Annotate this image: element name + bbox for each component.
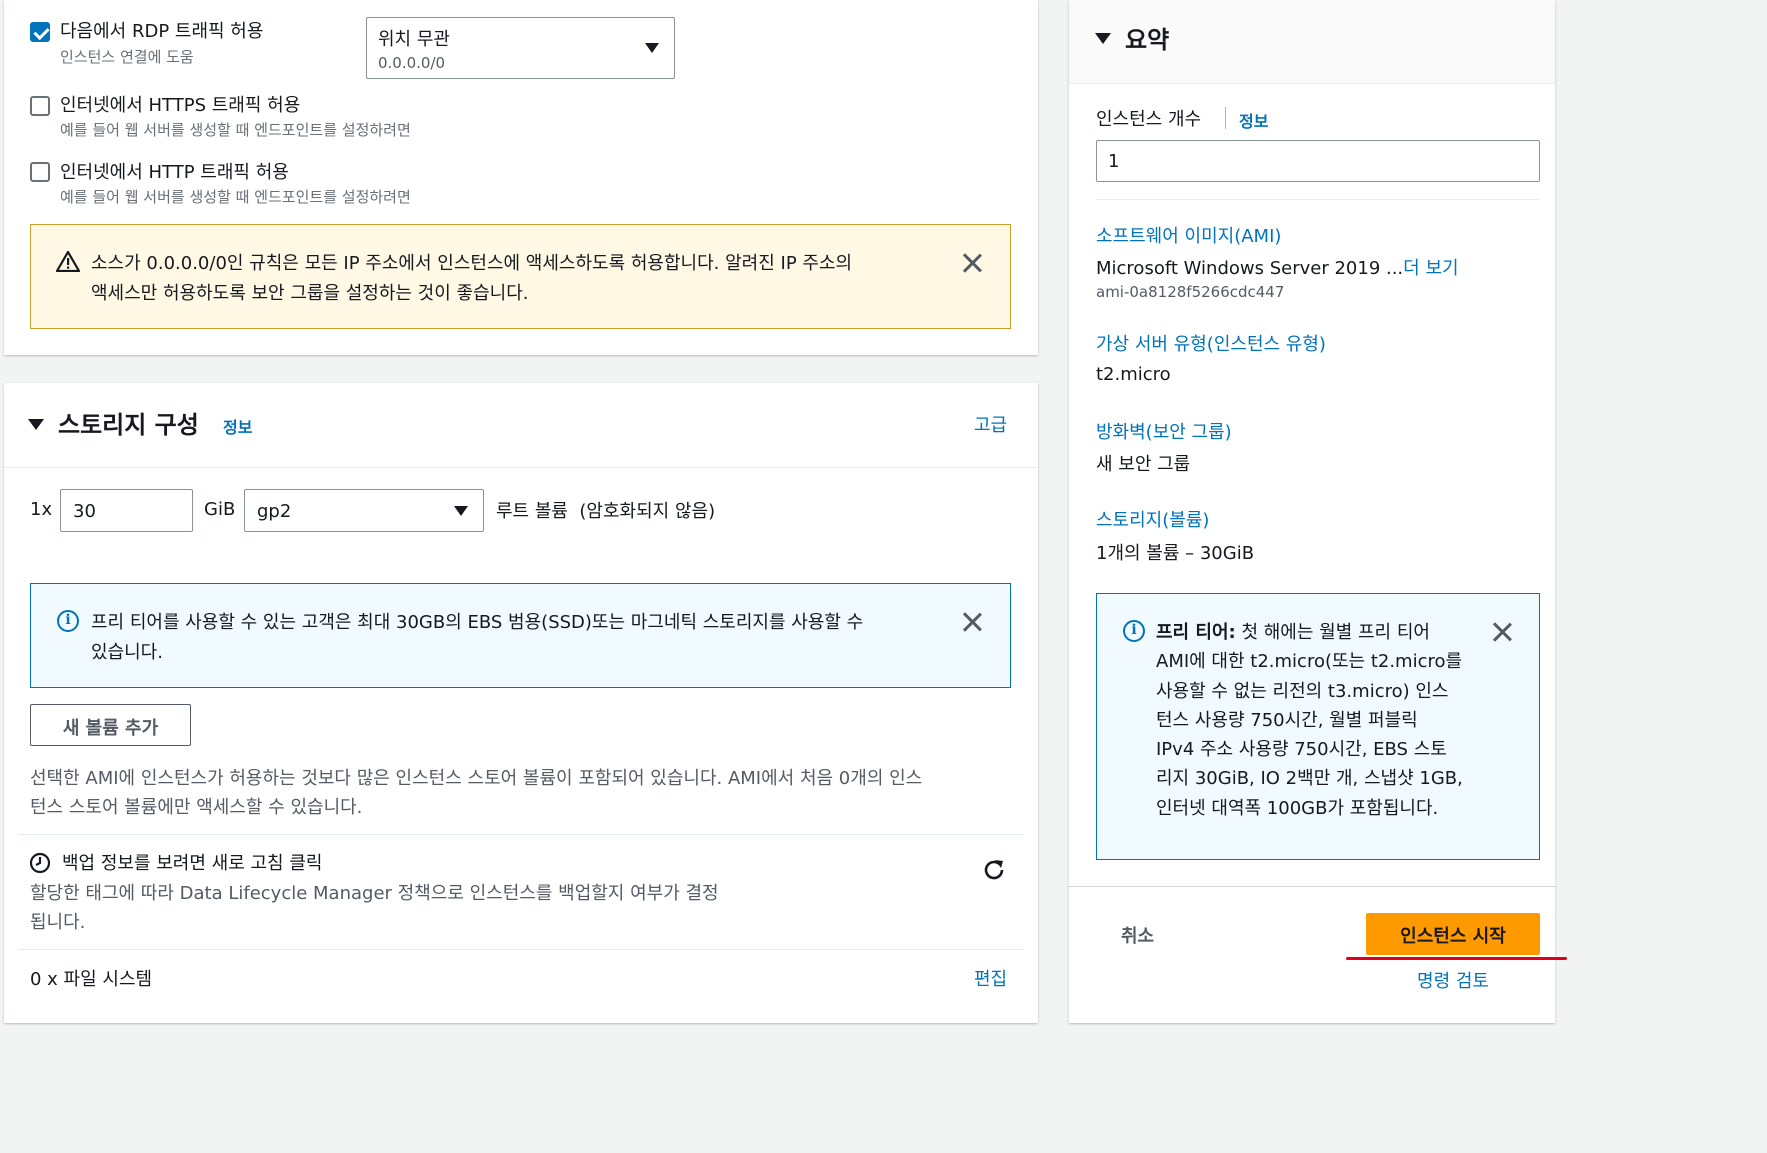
rdp-label: 다음에서 RDP 트래픽 허용	[60, 21, 264, 42]
instance-count-input[interactable]: 1	[1096, 140, 1540, 182]
free-tier-line: 첫 해에는 월별 프리 티어	[1241, 622, 1430, 643]
https-desc: 예를 들어 웹 서버를 생성할 때 엔드포인트를 설정하려면	[60, 121, 411, 139]
label-divider	[1225, 107, 1226, 129]
collapse-caret-icon[interactable]	[28, 419, 44, 430]
free-tier-line: 사용할 수 없는 리전의 t3.micro) 인스	[1156, 680, 1449, 702]
storage-link[interactable]: 스토리지(볼륨)	[1096, 506, 1209, 532]
instance-count-value: 1	[1108, 151, 1120, 172]
instance-count-info-link[interactable]: 정보	[1239, 108, 1268, 132]
ami-note-line2: 턴스 스토어 볼륨에만 액세스할 수 있습니다.	[30, 797, 363, 818]
chevron-down-icon	[454, 506, 468, 516]
launch-instance-button[interactable]: 인스턴스 시작	[1366, 913, 1540, 955]
volume-type-value: gp2	[257, 501, 292, 522]
launch-underline-annotation	[1346, 957, 1567, 960]
firewall-value: 새 보안 그룹	[1096, 454, 1191, 475]
free-tier-storage-line1: 프리 티어를 사용할 수 있는 고객은 최대 30GB의 EBS 범용(SSD)…	[91, 612, 864, 633]
clock-icon	[29, 852, 51, 874]
summary-title: 요약	[1125, 26, 1170, 54]
edit-file-system-link[interactable]: 편집	[974, 965, 1007, 991]
free-tier-storage-line2: 있습니다.	[91, 642, 163, 663]
https-checkbox[interactable]	[30, 96, 50, 116]
http-checkbox[interactable]	[30, 162, 50, 182]
divider	[18, 834, 1024, 835]
volume-multiplier: 1x	[30, 499, 53, 520]
info-icon: i	[57, 610, 79, 632]
network-settings-panel: 다음에서 RDP 트래픽 허용 인스턴스 연결에 도움 위치 무관 0.0.0.…	[4, 0, 1038, 355]
divider	[1069, 886, 1555, 887]
ami-link[interactable]: 소프트웨어 이미지(AMI)	[1096, 222, 1281, 248]
collapse-caret-icon[interactable]	[1095, 33, 1111, 44]
close-icon[interactable]	[960, 610, 984, 634]
info-icon: i	[1123, 620, 1145, 642]
refresh-icon[interactable]	[981, 857, 1007, 883]
storage-info-link[interactable]: 정보	[223, 414, 252, 438]
backup-desc-line2: 됩니다.	[30, 912, 86, 933]
add-volume-button[interactable]: 새 볼륨 추가	[30, 704, 191, 746]
volume-type-select[interactable]: gp2	[244, 489, 484, 532]
divider	[18, 949, 1024, 950]
advanced-link[interactable]: 고급	[974, 411, 1007, 437]
free-tier-line: 턴스 사용량 750시간, 월별 퍼블릭	[1156, 709, 1418, 731]
chevron-down-icon	[645, 43, 659, 53]
free-tier-summary-text: 프리 티어: 첫 해에는 월별 프리 티어 AMI에 대한 t2.micro(또…	[1156, 618, 1486, 823]
instance-count-label: 인스턴스 개수	[1096, 109, 1202, 130]
add-volume-label: 새 볼륨 추가	[62, 718, 159, 739]
review-commands-link[interactable]: 명령 검토	[1366, 967, 1540, 993]
http-label: 인터넷에서 HTTP 트래픽 허용	[60, 162, 289, 183]
file-system-label: 0 x 파일 시스템	[30, 969, 153, 990]
storage-panel: 스토리지 구성 정보 고급 1x 30 GiB gp2 루트 볼륨 (암호화되지…	[4, 383, 1038, 1023]
warning-text-line1: 소스가 0.0.0.0/0인 규칙은 모든 IP 주소에서 인스턴스에 액세스하…	[91, 253, 853, 274]
warning-text-line2: 액세스만 허용하도록 보안 그룹을 설정하는 것이 좋습니다.	[91, 283, 529, 304]
storage-value: 1개의 볼륨 – 30GiB	[1096, 543, 1255, 564]
rdp-checkbox[interactable]	[30, 22, 50, 42]
instance-type-value: t2.micro	[1096, 364, 1171, 385]
divider	[1096, 199, 1540, 200]
ami-note-line1: 선택한 AMI에 인스턴스가 허용하는 것보다 많은 인스턴스 스토어 볼륨이 …	[30, 768, 923, 789]
http-desc: 예를 들어 웹 서버를 생성할 때 엔드포인트를 설정하려면	[60, 188, 411, 206]
volume-size-value: 30	[73, 501, 96, 522]
rdp-desc: 인스턴스 연결에 도움	[60, 48, 194, 66]
free-tier-line: IPv4 주소 사용량 750시간, EBS 스토	[1156, 739, 1447, 761]
ami-value-row: Microsoft Windows Server 2019 ...더 보기	[1096, 254, 1459, 280]
warning-alert: 소스가 0.0.0.0/0인 규칙은 모든 IP 주소에서 인스턴스에 액세스하…	[30, 224, 1011, 329]
volume-unit: GiB	[204, 499, 236, 520]
free-tier-line: 리지 30GiB, IO 2백만 개, 스냅샷 1GB,	[1156, 768, 1463, 790]
close-icon[interactable]	[1490, 620, 1514, 644]
ami-id: ami-0a8128f5266cdc447	[1096, 283, 1285, 301]
firewall-link[interactable]: 방화벽(보안 그룹)	[1096, 418, 1232, 444]
https-label: 인터넷에서 HTTPS 트래픽 허용	[60, 95, 301, 116]
storage-title: 스토리지 구성	[58, 411, 199, 439]
summary-panel: 요약 인스턴스 개수 정보 1 소프트웨어 이미지(AMI) Microsoft…	[1069, 0, 1567, 1023]
free-tier-bold: 프리 티어:	[1156, 622, 1236, 643]
source-select-value: 위치 무관	[378, 29, 450, 50]
volume-size-input[interactable]: 30	[60, 489, 193, 532]
summary-header: 요약	[1069, 0, 1555, 84]
free-tier-storage-alert: i 프리 티어를 사용할 수 있는 고객은 최대 30GB의 EBS 범용(SS…	[30, 583, 1011, 688]
close-icon[interactable]	[960, 251, 984, 275]
free-tier-summary-alert: i 프리 티어: 첫 해에는 월별 프리 티어 AMI에 대한 t2.micro…	[1096, 593, 1540, 860]
backup-desc-line1: 할당한 태그에 따라 Data Lifecycle Manager 정책으로 인…	[30, 883, 719, 904]
backup-title: 백업 정보를 보려면 새로 고침 클릭	[62, 853, 323, 874]
root-volume-label: 루트 볼륨 (암호화되지 않음)	[496, 501, 716, 522]
instance-type-link[interactable]: 가상 서버 유형(인스턴스 유형)	[1096, 330, 1326, 356]
free-tier-line: 인터넷 대역폭 100GB가 포함됩니다.	[1156, 797, 1439, 819]
divider	[4, 467, 1038, 468]
source-select-sub: 0.0.0.0/0	[378, 54, 446, 72]
launch-instance-label: 인스턴스 시작	[1400, 926, 1506, 947]
ami-more-link[interactable]: 더 보기	[1403, 258, 1458, 279]
warning-icon	[56, 250, 80, 272]
ami-value: Microsoft Windows Server 2019 ...	[1096, 258, 1404, 279]
source-select[interactable]: 위치 무관 0.0.0.0/0	[366, 17, 675, 79]
cancel-button[interactable]: 취소	[1121, 922, 1154, 948]
free-tier-line: AMI에 대한 t2.micro(또는 t2.micro를	[1156, 651, 1463, 673]
